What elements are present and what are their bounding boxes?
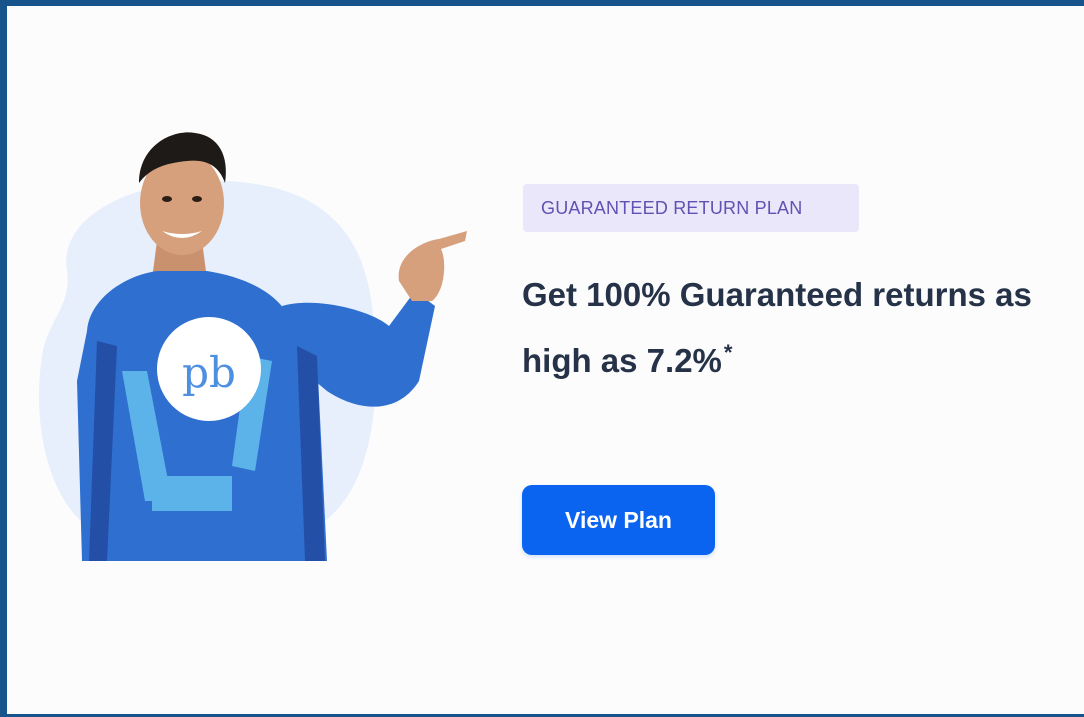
footnote-asterisk: * [723, 340, 733, 365]
headline-line-1: Get 100% Guaranteed returns as [522, 276, 1032, 313]
promo-headline: Get 100% Guaranteed returns as high as 7… [522, 262, 1082, 394]
view-plan-button[interactable]: View Plan [522, 485, 715, 555]
pb-logo: pb [182, 348, 236, 397]
brand-ambassador-image: pb [27, 121, 477, 571]
plan-tag: GUARANTEED RETURN PLAN [523, 184, 859, 232]
promo-card: pb GUARANTEED RETURN PLAN Get 100% Guara… [0, 0, 1084, 717]
headline-rate: high as 7.2% [522, 342, 722, 379]
headline-line-2: high as 7.2%* [522, 328, 1082, 394]
